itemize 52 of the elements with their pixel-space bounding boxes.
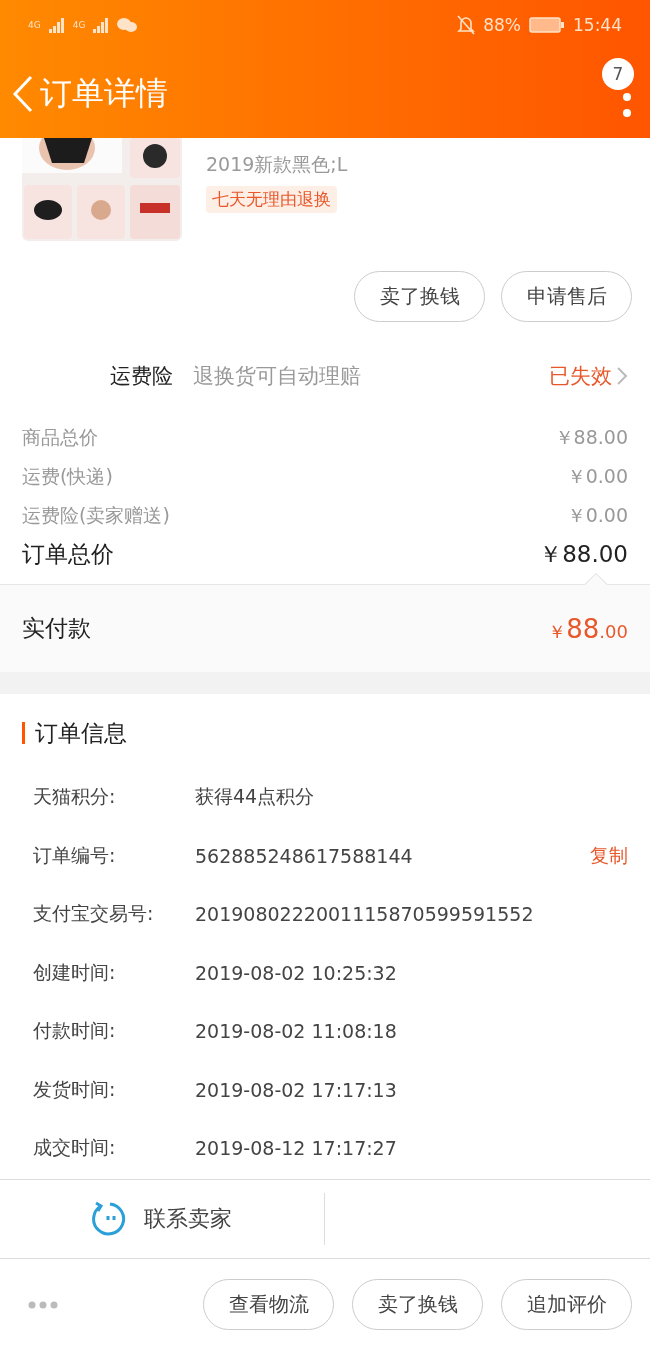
order-action-button[interactable]: 卖了换钱 [352, 1279, 483, 1330]
price-value: ￥0.00 [566, 502, 628, 528]
clock-time: 15:44 [573, 15, 622, 35]
paid-amount: ￥88.00 [548, 613, 628, 644]
paid-label: 实付款 [22, 614, 91, 643]
signal-icon [93, 17, 110, 33]
product-sku: 2019新款黑色;L [206, 152, 348, 177]
return-policy-tag: 七天无理由退换 [206, 186, 337, 213]
chat-bubbles-icon [117, 17, 138, 33]
insurance-description: 退换货可自动理赔 [193, 363, 361, 390]
notification-badge: 7 [602, 58, 634, 90]
price-value: ￥88.00 [554, 424, 628, 450]
info-value: 2019-08-02 17:17:13 [195, 1078, 397, 1101]
order-action-button[interactable]: 追加评价 [501, 1279, 632, 1330]
info-label: 付款时间: [33, 1018, 117, 1044]
info-value: 2019080222001115870599591552 [195, 903, 534, 926]
section-title: 订单信息 [35, 718, 127, 748]
more-dots-icon[interactable] [28, 1300, 58, 1309]
info-label: 成交时间: [33, 1135, 117, 1161]
price-label: 商品总价 [22, 424, 98, 450]
info-label: 天猫积分: [33, 784, 117, 810]
insurance-label: 运费险 [110, 363, 173, 390]
accent-bar [22, 722, 25, 744]
info-label: 发货时间: [33, 1076, 117, 1102]
price-label: 运费(快递) [22, 463, 113, 489]
price-label: 运费险(卖家赠送) [22, 502, 170, 528]
info-label: 创建时间: [33, 959, 117, 985]
info-value: 2019-08-12 17:17:27 [195, 1137, 397, 1160]
chat-face-icon [92, 1201, 128, 1237]
info-value: 562885248617588144 [195, 844, 413, 867]
order-action-button[interactable]: 查看物流 [203, 1279, 334, 1330]
item-action-button[interactable]: 申请售后 [501, 271, 632, 322]
insurance-status-link[interactable]: 已失效 [549, 362, 628, 390]
chevron-right-icon [616, 366, 628, 386]
page-title: 订单详情 [40, 73, 168, 114]
back-icon[interactable] [12, 75, 34, 113]
network-label: 4G [28, 20, 41, 30]
info-value: 获得44点积分 [195, 784, 315, 810]
battery-icon [529, 16, 565, 34]
info-label: 订单编号: [33, 842, 117, 868]
info-value: 2019-08-02 10:25:32 [195, 961, 397, 984]
info-label: 支付宝交易号: [33, 901, 155, 927]
info-value: 2019-08-02 11:08:18 [195, 1020, 397, 1043]
network-label: 4G [72, 20, 86, 30]
price-value: ￥0.00 [566, 463, 628, 489]
total-value: ￥88.00 [539, 540, 628, 569]
signal-icon [48, 17, 65, 33]
battery-percent: 88% [483, 15, 521, 35]
copy-button[interactable]: 复制 [590, 842, 628, 869]
contact-seller-button[interactable]: 联系卖家 [0, 1193, 325, 1245]
item-action-button[interactable]: 卖了换钱 [354, 271, 485, 322]
total-label: 订单总价 [22, 540, 114, 569]
